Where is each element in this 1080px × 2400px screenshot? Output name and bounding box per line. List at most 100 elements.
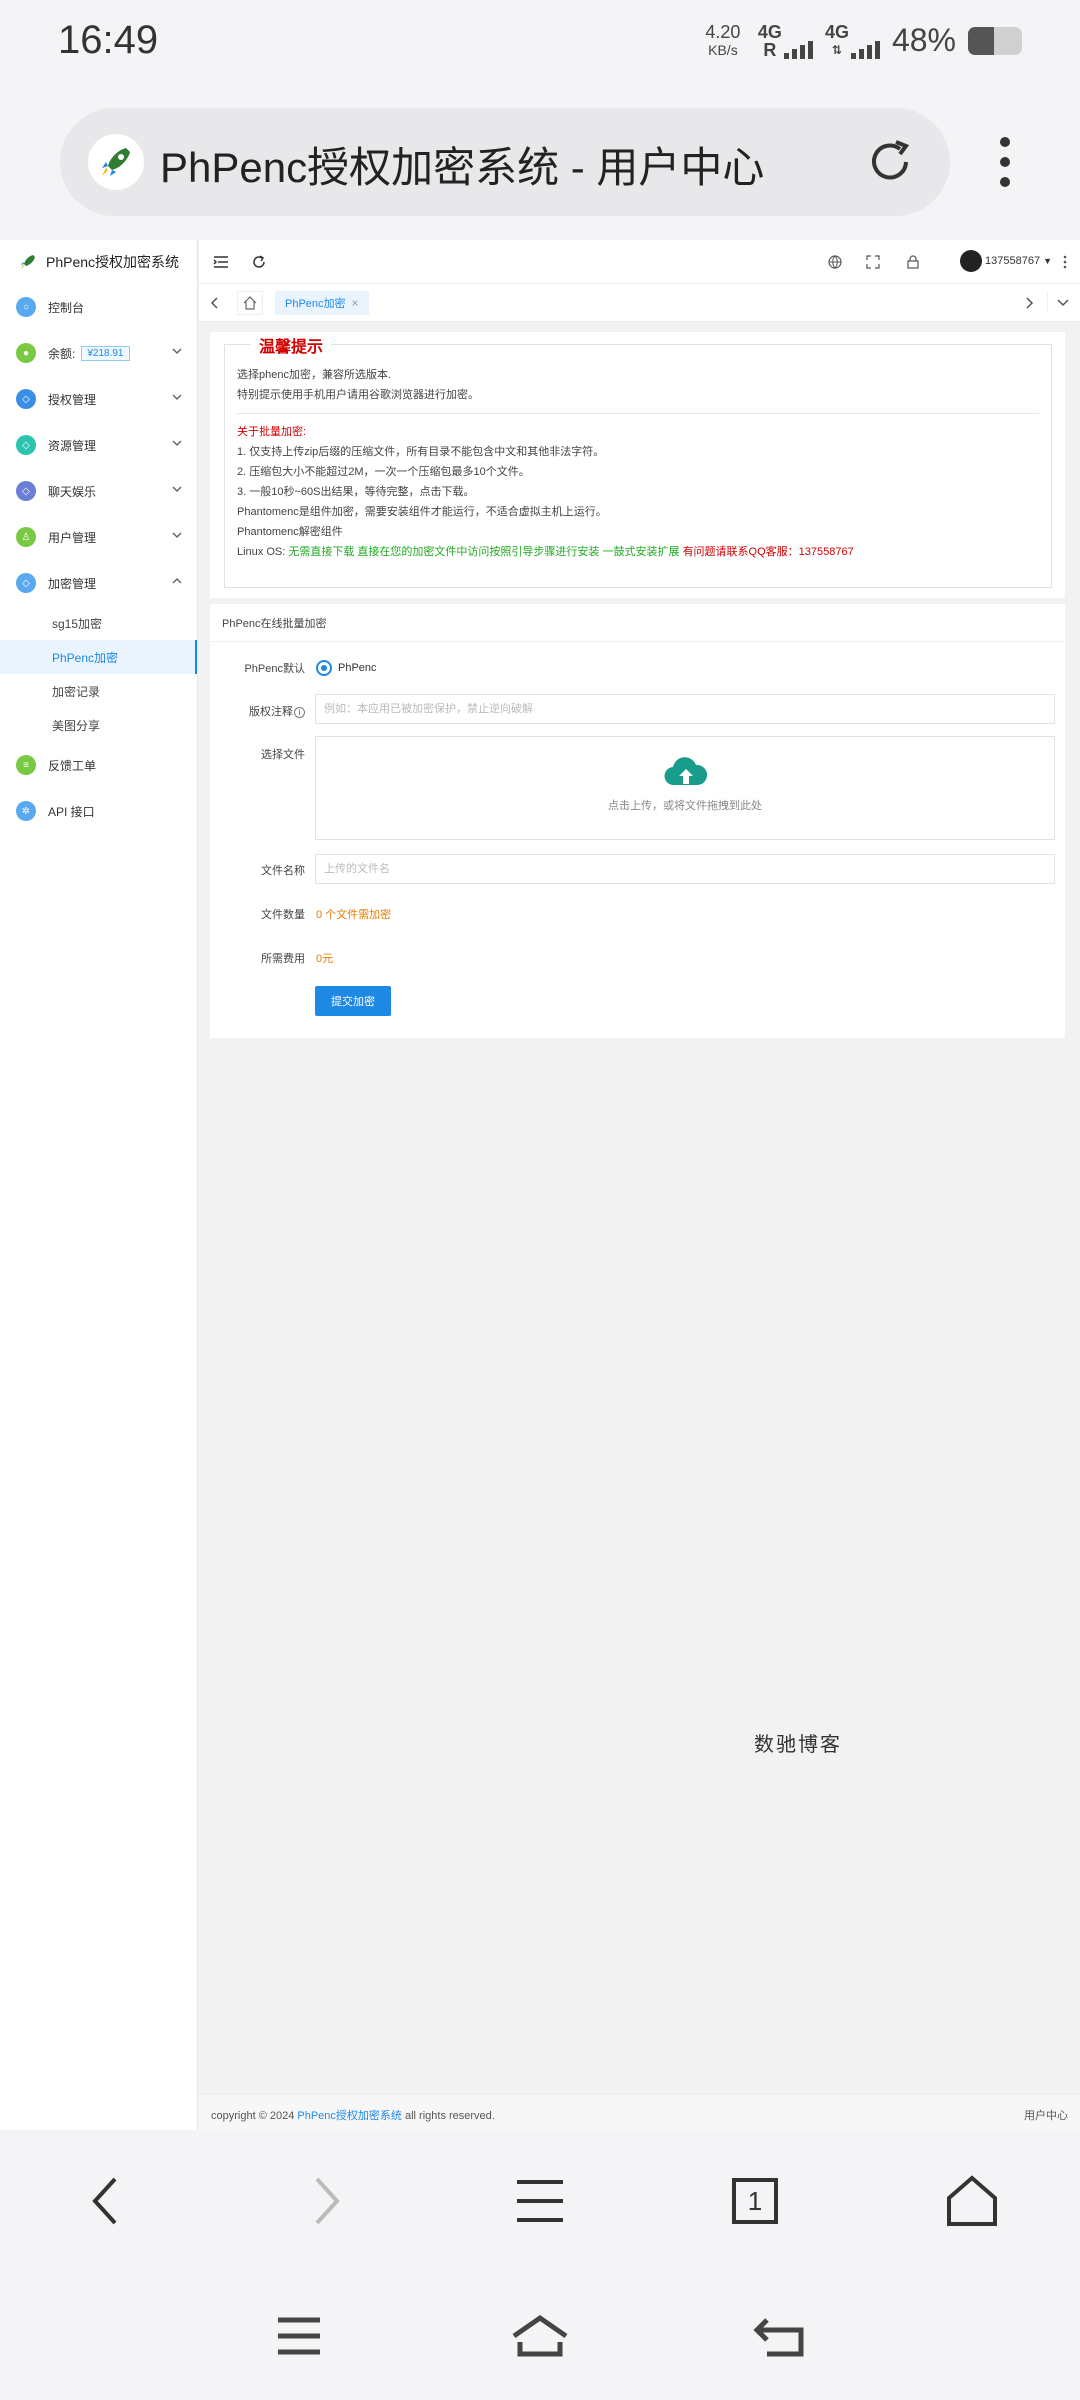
lock-icon[interactable] — [903, 252, 923, 272]
sidebar: PhPenc授权加密系统 ○ 控制台 ● 余额: ¥218.91 ◇ 授权管理 … — [0, 240, 198, 2130]
sidebar-item-api[interactable]: ✲ API 接口 — [0, 788, 197, 834]
tabs-scroll-left-icon[interactable] — [205, 293, 225, 313]
sim2-type: 4G — [824, 21, 849, 42]
sidebar-subitem-sg15[interactable]: sg15加密 — [0, 606, 197, 640]
sidebar-item-resources[interactable]: ◇ 资源管理 — [0, 422, 197, 468]
batch-heading: 关于批量加密: — [237, 426, 307, 438]
brand[interactable]: PhPenc授权加密系统 — [0, 240, 197, 284]
system-back-icon[interactable] — [745, 2306, 815, 2366]
sidebar-item-label: 资源管理 — [48, 438, 97, 453]
forward-icon[interactable] — [292, 2166, 362, 2236]
brand-name: PhPenc授权加密系统 — [46, 254, 180, 270]
globe-icon[interactable] — [825, 252, 845, 272]
sidebar-item-feedback[interactable]: ≡ 反馈工单 — [0, 742, 197, 788]
more-menu-icon[interactable] — [990, 134, 1020, 194]
sim2-signal: 4G ⇅ — [825, 23, 880, 59]
avatar — [960, 250, 983, 272]
footer-copyright: copyright © 2024 PhPenc授权加密系统 all rights… — [211, 2107, 495, 2123]
sidebar-item-dashboard[interactable]: ○ 控制台 — [0, 284, 197, 330]
linux-line: Linux OS: 无需直接下载 直接在您的加密文件中访问按照引导步骤进行安装 … — [237, 542, 1039, 562]
copyright-label-text: 版权注释 — [249, 706, 293, 718]
chevron-down-icon — [172, 394, 182, 401]
chevron-down-icon — [172, 440, 182, 447]
sidebar-item-label: 控制台 — [48, 300, 85, 315]
notice-line: 选择phenc加密，兼容所选版本. — [237, 369, 392, 381]
sidebar-item-balance[interactable]: ● 余额: ¥218.91 — [0, 330, 197, 376]
copyright-label: 版权注释 i — [210, 703, 305, 719]
copyright-prefix: copyright © 2024 — [211, 2110, 295, 2122]
tab-phpenc[interactable]: PhPenc加密 × — [275, 291, 369, 315]
radio-checked-icon — [316, 660, 332, 676]
close-icon[interactable]: × — [352, 296, 359, 310]
count-label: 文件数量 — [261, 909, 305, 921]
shield-icon: ◇ — [16, 389, 36, 409]
info-icon: i — [294, 707, 305, 718]
recents-icon[interactable] — [264, 2306, 334, 2366]
more-vertical-icon[interactable] — [1055, 252, 1075, 272]
refresh-icon[interactable] — [249, 252, 269, 272]
network-speed-unit: KB/s — [708, 41, 738, 58]
watermark: 数驰博客 — [754, 1732, 842, 1756]
sidebar-item-label: 余额: — [48, 346, 76, 361]
notice-line: 特别提示使用手机用户请用谷歌浏览器进行加密。 — [237, 389, 479, 401]
system-home-icon[interactable] — [505, 2306, 575, 2366]
notice-rule: Phantomenc是组件加密，需要安装组件才能运行，不适合虚拟主机上运行。 — [237, 506, 607, 518]
sidebar-item-users[interactable]: ♙ 用户管理 — [0, 514, 197, 560]
chevron-down-icon — [172, 348, 182, 355]
sidebar-item-label: 加密管理 — [48, 576, 97, 591]
shield-icon: ◇ — [16, 573, 36, 593]
balance-badge: ¥218.91 — [81, 345, 130, 361]
notice-rule: Phantomenc解密组件 — [237, 526, 343, 538]
filename-label: 文件名称 — [261, 865, 305, 877]
sidebar-subitem-phpenc[interactable]: PhPenc加密 — [0, 640, 197, 674]
footer-site-link[interactable]: PhPenc授权加密系统 — [297, 2110, 402, 2122]
web-app: PhPenc授权加密系统 ○ 控制台 ● 余额: ¥218.91 ◇ 授权管理 … — [0, 240, 1080, 2130]
rocket-icon — [88, 134, 144, 190]
browser-toolbar: PhPenc授权加密系统 - 用户中心 — [0, 84, 1080, 240]
tabs-counter-button[interactable]: 1 — [720, 2166, 790, 2236]
rocket-icon — [21, 255, 35, 269]
radio-label: PhPenc — [338, 662, 377, 674]
status-time: 16:49 — [58, 18, 159, 62]
chevron-down-icon — [172, 486, 182, 493]
sidebar-item-license[interactable]: ◇ 授权管理 — [0, 376, 197, 422]
notice-rule: 2. 压缩包大小不能超过2M，一次一个压缩包最多10个文件。 — [237, 466, 530, 478]
radio-phpenc[interactable]: PhPenc — [316, 660, 377, 676]
battery-icon — [968, 26, 1022, 55]
upload-hint: 点击上传，或将文件拖拽到此处 — [608, 800, 762, 812]
page-title: PhPenc授权加密系统 - 用户中心 — [160, 144, 765, 191]
main-content: 137558767 ▼ PhPenc加密 × 温馨提示 选择phenc加密，兼容… — [199, 240, 1080, 2130]
filename-input[interactable] — [315, 854, 1055, 884]
menu-icon[interactable] — [505, 2166, 575, 2236]
back-icon[interactable] — [70, 2166, 140, 2236]
notice-rule: 1. 仅支持上传zip后缀的压缩文件，所有目录不能包含中文和其他非法字符。 — [237, 446, 605, 458]
api-icon: ✲ — [16, 801, 36, 821]
sim1-type: 4G — [757, 21, 782, 42]
sidebar-item-chat[interactable]: ◇ 聊天娱乐 — [0, 468, 197, 514]
tab-bar: PhPenc加密 × — [199, 284, 1080, 322]
roaming-flag: R — [763, 39, 777, 60]
tabs-scroll-right-icon[interactable] — [1019, 293, 1039, 313]
sidebar-item-encryption[interactable]: ◇ 加密管理 — [0, 560, 197, 606]
file-upload-dropzone[interactable]: 点击上传，或将文件拖拽到此处 — [315, 736, 1055, 840]
tabs-dropdown-icon[interactable] — [1047, 293, 1077, 313]
tab-home[interactable] — [237, 291, 263, 315]
data-arrows-icon: ⇅ — [831, 42, 842, 57]
notice-rule: 3. 一般10秒~60S出结果，等待完整，点击下载。 — [237, 486, 475, 498]
collapse-menu-icon[interactable] — [211, 252, 231, 272]
address-bar[interactable]: PhPenc授权加密系统 - 用户中心 — [60, 108, 950, 216]
sidebar-subitem-gallery[interactable]: 美图分享 — [0, 708, 197, 742]
fullscreen-icon[interactable] — [863, 252, 883, 272]
sidebar-subitem-records[interactable]: 加密记录 — [0, 674, 197, 708]
submit-encrypt-button[interactable]: 提交加密 — [315, 986, 391, 1016]
sidebar-item-label: 反馈工单 — [48, 758, 97, 773]
battery-percent: 48% — [891, 22, 956, 58]
footer-user-center: 用户中心 — [1024, 2110, 1068, 2122]
support-contact: 有问题请联系QQ客服：137558767 — [682, 546, 854, 558]
sim1-signal: 4G R — [758, 23, 813, 59]
home-icon[interactable] — [937, 2166, 1007, 2236]
tabs-count: 1 — [732, 2178, 778, 2224]
reload-icon[interactable] — [860, 132, 920, 192]
copyright-input[interactable] — [315, 694, 1055, 724]
user-menu[interactable]: 137558767 ▼ — [960, 250, 1052, 272]
